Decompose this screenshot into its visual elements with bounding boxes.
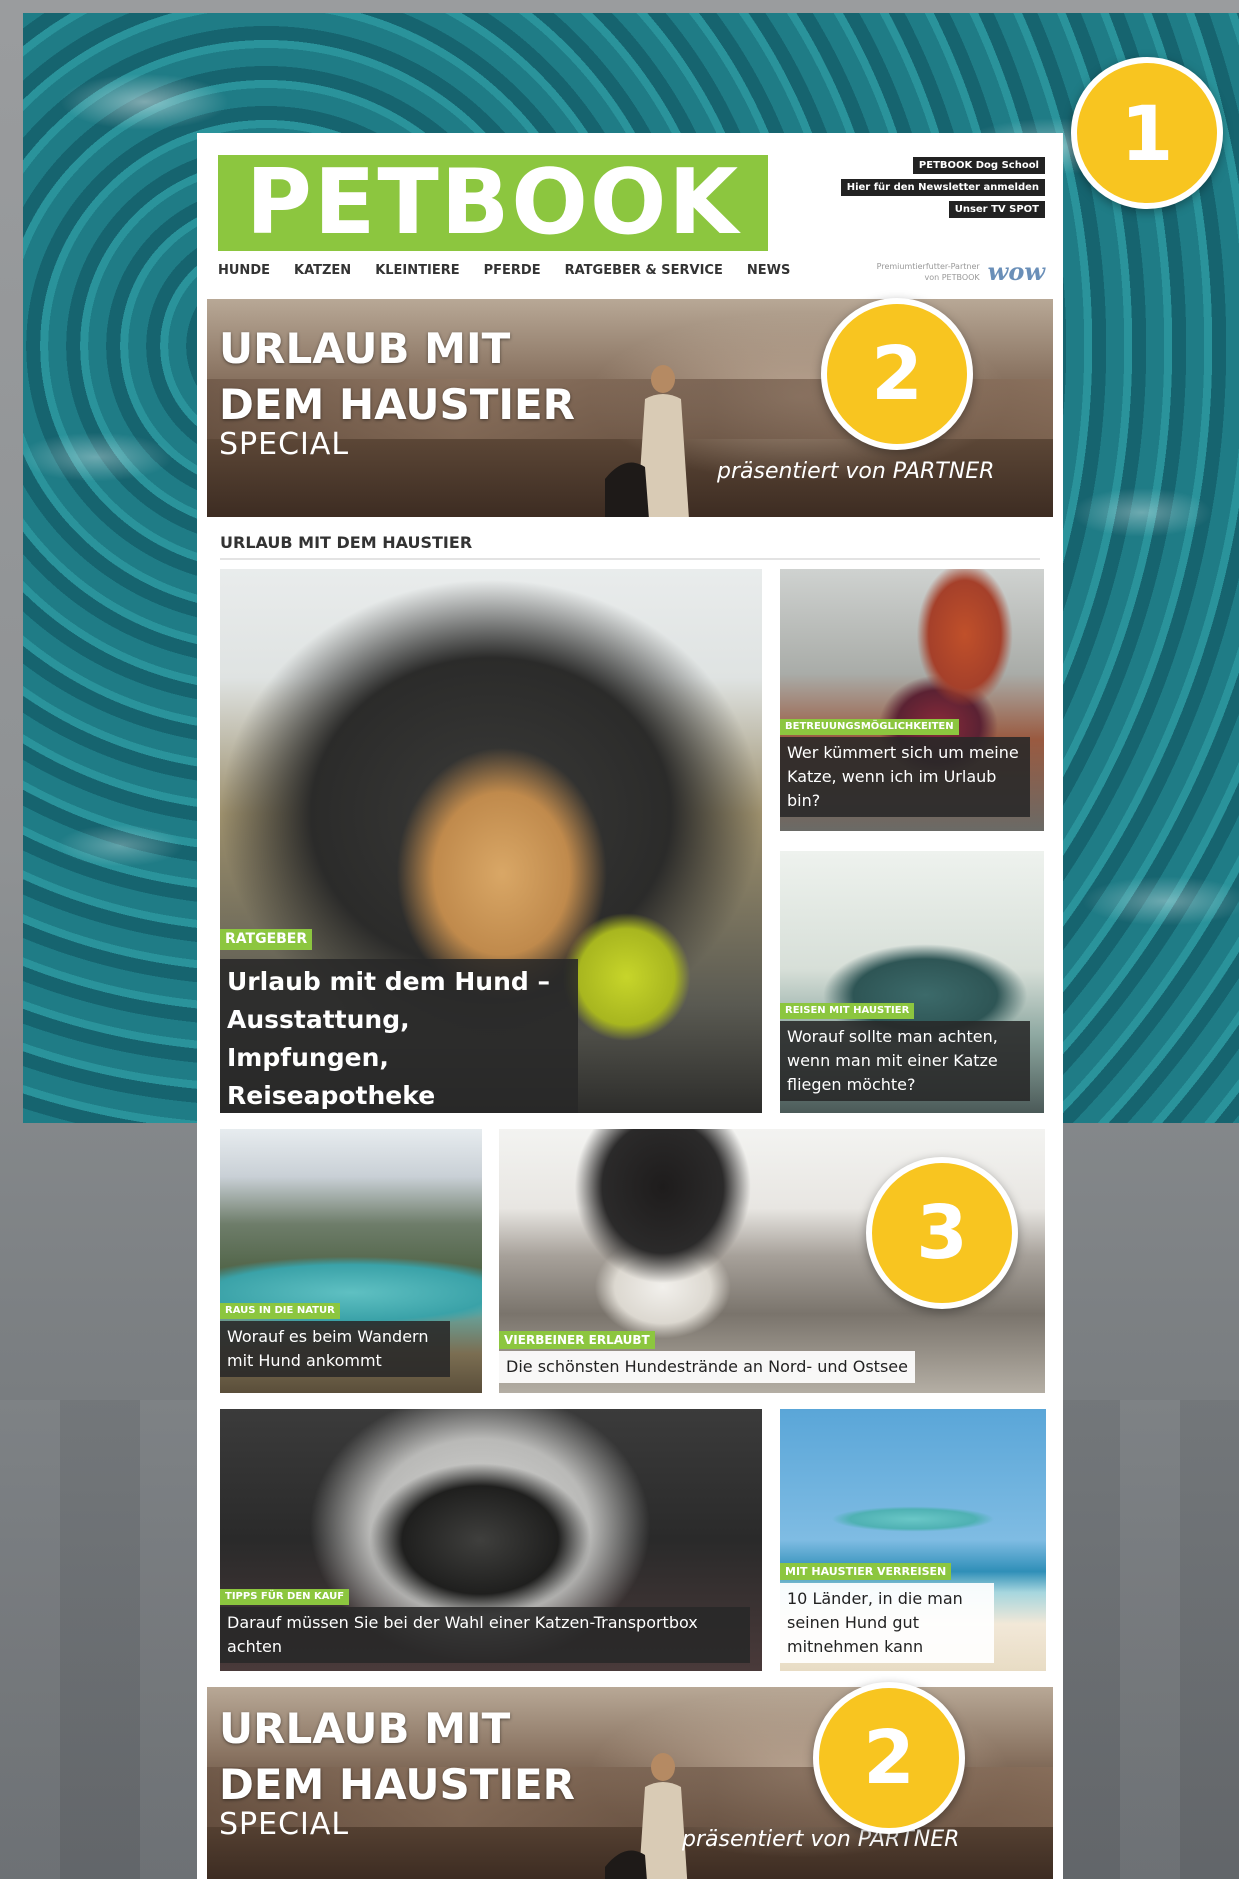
article-category: RATGEBER <box>220 929 313 950</box>
banner-title-line2: DEM HAUSTIER <box>219 380 575 429</box>
article-card-katze-fliegen[interactable]: REISEN MIT HAUSTIER Worauf sollte man ac… <box>780 851 1044 1113</box>
partner-logo: wow <box>987 257 1045 286</box>
nav-item-ratgeber[interactable]: RATGEBER & SERVICE <box>565 263 723 278</box>
banner-presented-by: präsentiert von PARTNER <box>682 1827 960 1852</box>
petbook-logo[interactable]: PETBOOK <box>218 155 768 251</box>
banner-subtitle: SPECIAL <box>219 427 350 462</box>
person-with-dog-image <box>605 365 689 517</box>
article-category: VIERBEINER ERLAUBT <box>499 1331 655 1350</box>
main-nav: HUNDE KATZEN KLEINTIERE PFERDE RATGEBER … <box>218 263 790 278</box>
section-title: URLAUB MIT DEM HAUSTIER <box>220 533 1040 560</box>
article-category: MIT HAUSTIER VERREISEN <box>780 1563 952 1581</box>
banner-title-line2: DEM HAUSTIER <box>219 1760 575 1809</box>
badge-number: 2 <box>813 1682 965 1834</box>
nav-item-pferde[interactable]: PFERDE <box>484 263 541 278</box>
banner-title-line1: URLAUB MIT <box>219 324 511 373</box>
article-category: BETREUUNGSMÖGLICHKEITEN <box>780 719 959 735</box>
article-title: Worauf sollte man achten, wenn man mit e… <box>780 1021 1030 1101</box>
person-with-dog-image <box>605 1753 688 1879</box>
article-card-laender[interactable]: MIT HAUSTIER VERREISEN 10 Länder, in die… <box>780 1409 1046 1671</box>
banner-subtitle: SPECIAL <box>219 1807 350 1842</box>
banner-title: URLAUB MIT DEM HAUSTIER <box>219 321 575 433</box>
site-header: PETBOOK PETBOOK Dog School Hier für den … <box>197 133 1063 303</box>
badge-number: 1 <box>1071 57 1223 209</box>
nav-item-news[interactable]: NEWS <box>747 263 790 278</box>
article-card-urlaub-hund[interactable]: RATGEBER Urlaub mit dem Hund – Ausstattu… <box>220 569 762 1113</box>
article-card-katze-betreuung[interactable]: BETREUUNGSMÖGLICHKEITEN Wer kümmert sich… <box>780 569 1044 831</box>
top-links: PETBOOK Dog School Hier für den Newslett… <box>840 157 1045 218</box>
article-category: RAUS IN DIE NATUR <box>220 1303 340 1319</box>
article-title: Urlaub mit dem Hund – Ausstattung, Impfu… <box>220 959 578 1113</box>
nav-item-katzen[interactable]: KATZEN <box>294 263 351 278</box>
badge-number: 3 <box>866 1157 1018 1309</box>
article-card-transportbox[interactable]: TIPPS FÜR DEN KAUF Darauf müssen Sie bei… <box>220 1409 762 1671</box>
nav-item-hunde[interactable]: HUNDE <box>218 263 270 278</box>
article-title: Darauf müssen Sie bei der Wahl einer Kat… <box>220 1607 750 1663</box>
article-title: 10 Länder, in die man seinen Hund gut mi… <box>780 1583 994 1663</box>
top-link-dog-school[interactable]: PETBOOK Dog School <box>912 157 1045 174</box>
article-title: Die schönsten Hundestrände an Nord- und … <box>499 1351 915 1383</box>
partner-text: Premiumtierfutter-Partner von PETBOOK <box>876 261 980 282</box>
banner-title-line1: URLAUB MIT <box>219 1704 511 1753</box>
top-link-newsletter[interactable]: Hier für den Newsletter anmelden <box>840 179 1045 196</box>
nav-item-kleintiere[interactable]: KLEINTIERE <box>375 263 459 278</box>
article-category: TIPPS FÜR DEN KAUF <box>220 1589 350 1605</box>
article-category: REISEN MIT HAUSTIER <box>780 1003 915 1019</box>
article-title: Worauf es beim Wandern mit Hund ankommt <box>220 1321 450 1377</box>
banner-presented-by: präsentiert von PARTNER <box>717 459 995 484</box>
article-card-wandern[interactable]: RAUS IN DIE NATUR Worauf es beim Wandern… <box>220 1129 482 1393</box>
banner-title: URLAUB MIT DEM HAUSTIER <box>219 1701 575 1813</box>
top-link-tv-spot[interactable]: Unser TV SPOT <box>948 201 1045 218</box>
article-title: Wer kümmert sich um meine Katze, wenn ic… <box>780 737 1030 817</box>
badge-number: 2 <box>821 298 973 450</box>
partner-block[interactable]: Premiumtierfutter-Partner von PETBOOK wo… <box>860 257 1045 286</box>
